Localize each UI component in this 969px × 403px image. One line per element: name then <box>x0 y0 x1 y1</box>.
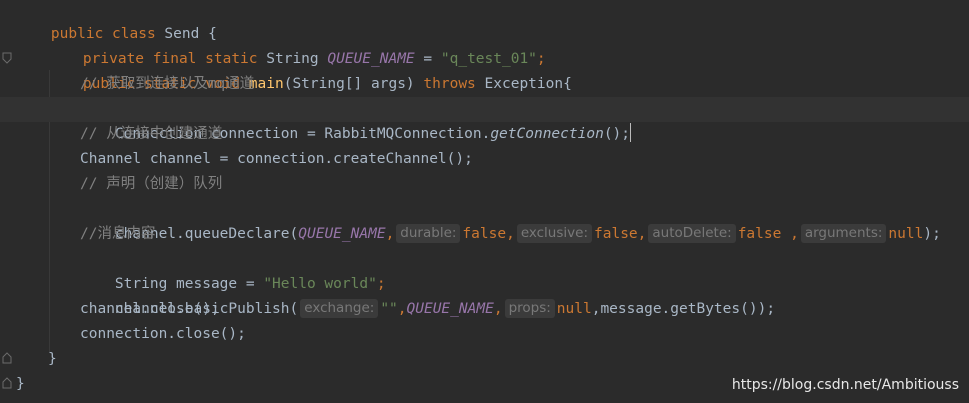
params: (String[] args) <box>283 76 424 92</box>
code-line[interactable]: } <box>48 347 57 372</box>
fold-collapse-icon[interactable] <box>2 52 12 64</box>
code-line[interactable]: Channel channel = connection.createChann… <box>80 147 473 172</box>
comma: , <box>397 301 407 317</box>
keyword-value: null <box>556 301 592 317</box>
code-comment[interactable]: // 声明（创建）队列 <box>80 172 222 197</box>
code-line-current[interactable]: Connection connection = RabbitMQConnecti… <box>0 97 969 142</box>
param-hint: props: <box>504 299 555 318</box>
field-name: QUEUE_NAME <box>406 301 494 317</box>
comma: , <box>781 226 799 242</box>
comma: , <box>385 226 395 242</box>
field-name: QUEUE_NAME <box>298 226 386 242</box>
fold-expand-icon[interactable] <box>2 377 12 389</box>
code-comment[interactable]: // 获取到连接以及mq通道 <box>80 72 254 97</box>
exception-type: Exception{ <box>475 76 572 92</box>
text-caret <box>630 123 632 142</box>
param-hint: autoDelete: <box>648 224 736 243</box>
keyword-value: false <box>594 226 638 242</box>
code-line[interactable]: } <box>16 372 25 397</box>
keyword-value: false <box>737 226 782 242</box>
code-line[interactable]: public static void main(String[] args) t… <box>48 47 572 92</box>
param-hint: exclusive: <box>516 224 592 243</box>
param-hint: durable: <box>396 224 461 243</box>
code-text: ,message.getBytes()); <box>591 301 776 317</box>
keyword: throws <box>423 76 476 92</box>
string-literal: "" <box>380 301 398 317</box>
code-line[interactable]: channel.close(); <box>80 297 220 322</box>
code-text: ); <box>923 226 941 242</box>
code-line[interactable]: channel.basicPublish(exchange: "",QUEUE_N… <box>80 272 775 318</box>
code-line[interactable]: public class Send { <box>16 0 217 42</box>
code-line[interactable]: connection.close(); <box>80 322 246 347</box>
param-hint: exchange: <box>300 299 379 318</box>
keyword-value: false <box>462 226 507 242</box>
code-comment[interactable]: //消息内容 <box>80 222 155 247</box>
code-text: (); <box>603 126 631 142</box>
code-line[interactable]: String message = "Hello world"; <box>80 247 386 292</box>
comma: , <box>637 226 647 242</box>
watermark-url: https://blog.csdn.net/Ambitiouss <box>731 377 959 393</box>
fold-expand-icon[interactable] <box>2 352 12 364</box>
code-editor[interactable]: public class Send { private final static… <box>0 0 969 403</box>
code-line[interactable]: channel.queueDeclare(QUEUE_NAME, durable:… <box>80 197 941 243</box>
code-comment[interactable]: // 从连接中创建通道 <box>80 122 222 147</box>
keyword-value: null <box>888 226 924 242</box>
static-call: getConnection <box>490 126 604 142</box>
comma: , <box>506 226 515 242</box>
comma: , <box>493 301 503 317</box>
param-hint: arguments: <box>800 224 887 243</box>
code-line[interactable]: private final static String QUEUE_NAME =… <box>48 22 546 67</box>
